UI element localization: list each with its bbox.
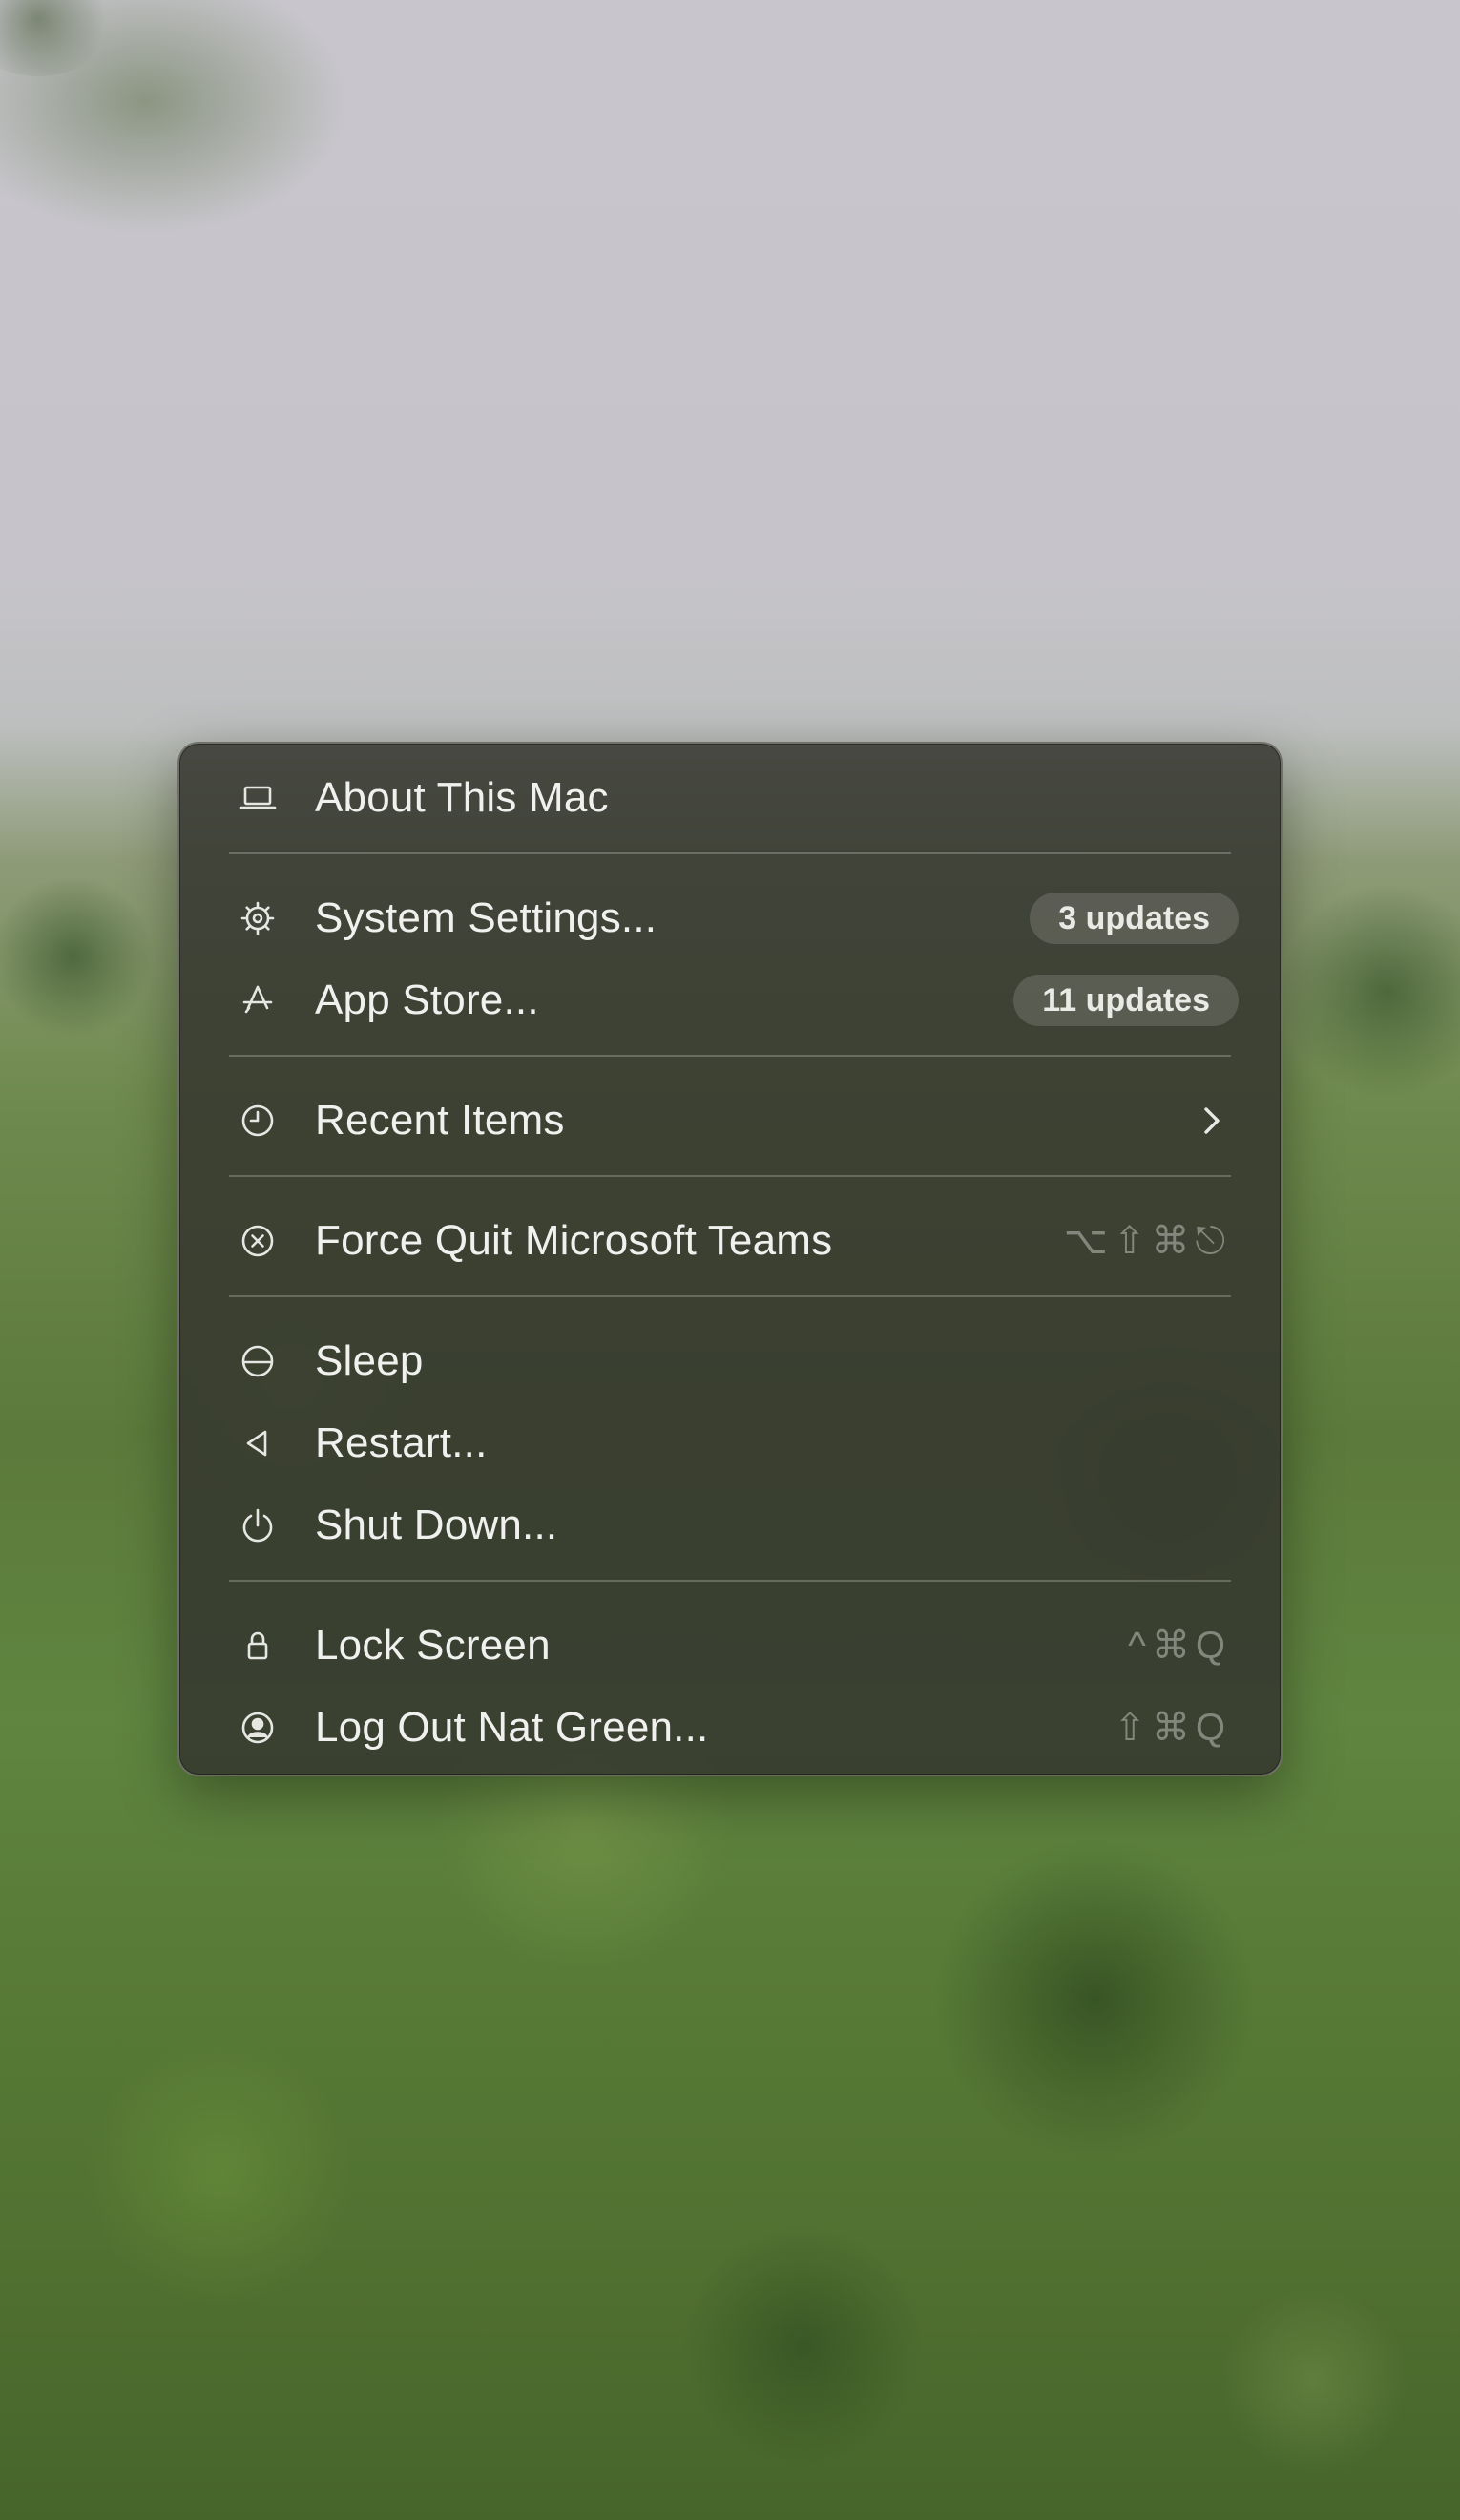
clock-icon — [237, 1100, 279, 1142]
menu-separator — [229, 1055, 1231, 1057]
user-circle-icon — [237, 1707, 279, 1749]
menu-item-shut-down[interactable]: Shut Down... — [179, 1484, 1281, 1566]
menu-item-label: Lock Screen — [315, 1622, 551, 1669]
menu-item-restart[interactable]: Restart... — [179, 1402, 1281, 1484]
menu-item-about-this-mac[interactable]: About This Mac — [179, 757, 1281, 839]
apple-menu: About This Mac System Settings... 3 upda… — [177, 742, 1283, 1776]
menu-item-label: System Settings... — [315, 894, 657, 941]
menu-separator — [229, 1175, 1231, 1177]
updates-badge: 11 updates — [1013, 975, 1239, 1026]
laptop-icon — [237, 777, 279, 819]
menu-separator — [229, 1580, 1231, 1582]
menu-separator — [229, 1295, 1231, 1297]
keyboard-shortcut: ⌥⇧⌘⎋ — [1063, 1220, 1231, 1262]
menu-separator — [229, 852, 1231, 854]
menu-item-label: About This Mac — [315, 774, 609, 821]
lock-icon — [237, 1625, 279, 1667]
menu-item-force-quit[interactable]: Force Quit Microsoft Teams ⌥⇧⌘⎋ — [179, 1200, 1281, 1282]
menu-item-label: Force Quit Microsoft Teams — [315, 1217, 833, 1264]
x-circle-icon — [237, 1220, 279, 1262]
gear-icon — [237, 897, 279, 939]
menu-item-label: Restart... — [315, 1419, 488, 1466]
menu-item-lock-screen[interactable]: Lock Screen ^⌘Q — [179, 1605, 1281, 1687]
keyboard-shortcut: ^⌘Q — [1128, 1625, 1231, 1667]
menu-item-log-out[interactable]: Log Out Nat Green... ⇧⌘Q — [179, 1687, 1281, 1769]
menu-item-label: Sleep — [315, 1337, 424, 1384]
keyboard-shortcut: ⇧⌘Q — [1114, 1707, 1231, 1749]
menu-item-label: App Store... — [315, 976, 539, 1023]
restart-icon — [237, 1422, 279, 1464]
menu-item-label: Shut Down... — [315, 1502, 558, 1548]
sleep-icon — [237, 1340, 279, 1382]
updates-badge: 3 updates — [1030, 892, 1239, 944]
menu-item-label: Recent Items — [315, 1097, 565, 1144]
menu-item-sleep[interactable]: Sleep — [179, 1320, 1281, 1402]
menu-item-system-settings[interactable]: System Settings... 3 updates — [179, 877, 1281, 959]
menu-item-label: Log Out Nat Green... — [315, 1704, 709, 1751]
menu-item-app-store[interactable]: App Store... 11 updates — [179, 959, 1281, 1041]
app-store-icon — [237, 979, 279, 1021]
menu-item-recent-items[interactable]: Recent Items — [179, 1080, 1281, 1162]
wallpaper-tree — [0, 0, 115, 76]
power-icon — [237, 1504, 279, 1546]
chevron-right-icon — [1193, 1102, 1231, 1140]
